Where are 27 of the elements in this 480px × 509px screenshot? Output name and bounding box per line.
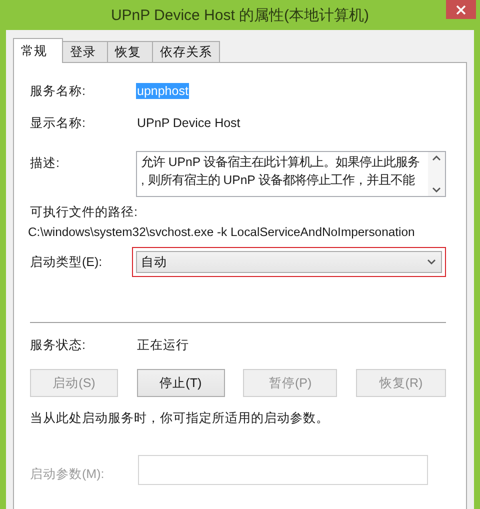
path-label: 可执行文件的路径:	[30, 204, 138, 221]
startup-type-dropdown[interactable]: 自动	[136, 251, 442, 273]
scroll-up-icon[interactable]	[432, 155, 441, 161]
window-title: UPnP Device Host 的属性(本地计算机)	[110, 6, 370, 24]
tab[interactable]: 常规	[13, 38, 63, 63]
display-name-value: UPnP Device Host	[136, 115, 242, 131]
hint-text: 当从此处启动服务时，你可指定所适用的启动参数。	[30, 410, 329, 426]
field-label: 启动类型(E):	[30, 254, 104, 270]
scroll-down-icon[interactable]	[432, 187, 441, 193]
description-line: 允许 UPnP 设备宿主在此计算机上。如果停止此服务	[141, 154, 421, 171]
path-value: C:\windows\system32\svchost.exe -k LocalServiceAndNoImpersonation	[28, 225, 415, 239]
tab[interactable]: 登录	[62, 41, 108, 63]
field-label: 服务名称:	[30, 82, 86, 100]
service-name-value: upnphost	[136, 83, 190, 99]
close-button[interactable]	[446, 0, 476, 19]
field-label: 显示名称:	[30, 114, 86, 132]
description-line: , 则所有宿主的 UPnP 设备都将停止工作，并且不能	[141, 172, 416, 189]
status-value: 正在运行	[136, 336, 190, 354]
field-label: 服务状态:	[30, 336, 86, 354]
dropdown-caret-icon[interactable]	[427, 259, 436, 265]
field-label: 描述:	[30, 155, 60, 172]
tab[interactable]: 依存关系	[152, 41, 220, 63]
tab[interactable]: 恢复	[107, 41, 153, 63]
field-label: 启动参数(M):	[30, 466, 104, 483]
service-button[interactable]: 停止(T)	[136, 369, 225, 397]
close-icon	[456, 4, 466, 14]
description-box[interactable]: 允许 UPnP 设备宿主在此计算机上。如果停止此服务 , 则所有宿主的 UPnP 设备都将停止工作，并且不能	[136, 151, 446, 197]
